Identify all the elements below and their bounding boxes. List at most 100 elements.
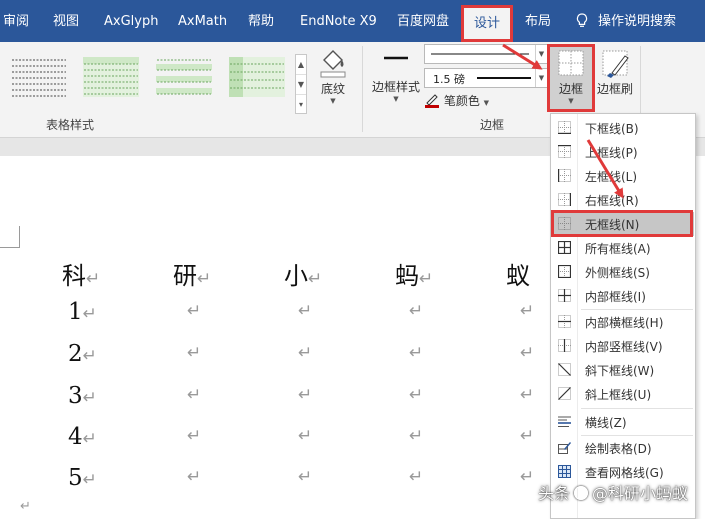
paragraph-mark: ↵ (82, 470, 97, 490)
menu-item-inside-borders[interactable]: 内部框线(I) (552, 284, 694, 308)
tab-review[interactable]: 审阅 (3, 0, 29, 42)
menu-item-label: 横线(Z) (585, 416, 627, 430)
gallery-up-icon[interactable]: ▲ (296, 55, 306, 75)
gallery-down-icon[interactable]: ▼ (296, 75, 306, 95)
tab-view[interactable]: 视图 (53, 0, 79, 42)
menu-item-top-border[interactable]: 上框线(P) (552, 140, 694, 164)
menu-item-bottom-border[interactable]: 下框线(B) (552, 116, 694, 140)
empty-cell-mark[interactable]: ↵ (520, 385, 534, 405)
paragraph-mark: ↵ (197, 269, 212, 289)
menu-item-draw-table[interactable]: 绘制表格(D) (552, 436, 694, 460)
pen-color-label: 笔颜色 (443, 94, 480, 108)
menu-item-outside-borders[interactable]: 外侧框线(S) (552, 260, 694, 284)
menu-separator (581, 408, 693, 409)
inside-vertical-border-icon (558, 339, 571, 352)
menu-item-label: 斜上框线(U) (585, 388, 652, 402)
tab-axglyph[interactable]: AxGlyph (104, 0, 158, 42)
table-styles-group-label: 表格样式 (46, 118, 95, 132)
empty-cell-mark[interactable]: ↵ (298, 467, 312, 487)
tab-baidu-netdisk[interactable]: 百度网盘 (397, 0, 449, 42)
menu-item-inside-horizontal-border[interactable]: 内部横框线(H) (552, 310, 694, 334)
paragraph-mark: ↵ (86, 269, 101, 289)
row-number: 5 (68, 465, 83, 491)
empty-cell-mark[interactable]: ↵ (520, 467, 534, 487)
table-header-cell[interactable]: 蚂↵ (395, 256, 433, 291)
menu-item-left-border[interactable]: 左框线(L) (552, 164, 694, 188)
menu-item-diagonal-down-border[interactable]: 斜下框线(W) (552, 358, 694, 382)
border-styles-caret-icon: ▼ (393, 95, 399, 103)
diagonal-up-border-icon (558, 387, 571, 400)
empty-cell-mark[interactable]: ↵ (298, 301, 312, 321)
border-styles-button[interactable]: 边框样式 ▼ (370, 46, 422, 103)
paint-bucket-icon (320, 50, 346, 78)
empty-cell-mark[interactable]: ↵ (187, 385, 201, 405)
empty-cell-mark[interactable]: ↵ (298, 385, 312, 405)
border-style-icon (384, 56, 408, 60)
view-gridlines-icon (558, 465, 571, 478)
table-style-green-banded[interactable] (155, 56, 213, 98)
tab-endnote[interactable]: EndNote X9 (300, 0, 377, 42)
table-row-number[interactable]: 3↵ (68, 383, 97, 409)
draw-table-icon (558, 442, 571, 454)
menu-item-label: 上框线(P) (585, 146, 638, 160)
inside-borders-icon (558, 289, 571, 302)
table-row-number[interactable]: 1↵ (68, 299, 97, 325)
end-paragraph-mark[interactable]: ↵ (20, 499, 31, 514)
line-weight-dropdown[interactable]: 1.5 磅 ▼ (424, 68, 548, 88)
no-border-highlight-box (551, 210, 693, 237)
table-header-cell[interactable]: 科↵ (62, 256, 100, 291)
menu-item-label: 右框线(R) (585, 194, 639, 208)
empty-cell-mark[interactable]: ↵ (520, 343, 534, 363)
table-row-number[interactable]: 5↵ (68, 465, 97, 491)
group-separator (362, 46, 363, 132)
empty-cell-mark[interactable]: ↵ (520, 426, 534, 446)
table-header-cell[interactable]: 小↵ (284, 256, 322, 291)
table-header-cell[interactable]: 蚁 (506, 256, 530, 291)
empty-cell-mark[interactable]: ↵ (409, 301, 423, 321)
tab-axmath[interactable]: AxMath (178, 0, 227, 42)
menu-item-horizontal-line[interactable]: 横线(Z) (552, 410, 694, 434)
menu-item-inside-vertical-border[interactable]: 内部竖框线(V) (552, 334, 694, 358)
tell-me-search[interactable]: 操作说明搜索 (576, 0, 676, 42)
watermark: 头条 @科研小蚂蚁 (538, 480, 688, 506)
table-style-plain[interactable] (10, 56, 68, 98)
menu-item-right-border[interactable]: 右框线(R) (552, 188, 694, 212)
line-style-dropdown[interactable]: ▼ (424, 44, 548, 64)
paragraph-mark: ↵ (82, 304, 97, 324)
empty-cell-mark[interactable]: ↵ (187, 343, 201, 363)
line-style-caret-icon[interactable]: ▼ (535, 45, 547, 63)
border-styles-label: 边框样式 (371, 80, 420, 94)
empty-cell-mark[interactable]: ↵ (409, 343, 423, 363)
shading-button[interactable]: 底纹 ▼ (315, 46, 351, 105)
empty-cell-mark[interactable]: ↵ (298, 426, 312, 446)
empty-cell-mark[interactable]: ↵ (187, 467, 201, 487)
pen-color-button[interactable]: 笔颜色 ▼ (424, 92, 489, 110)
tab-layout[interactable]: 布局 (525, 0, 551, 42)
empty-cell-mark[interactable]: ↵ (409, 467, 423, 487)
empty-cell-mark[interactable]: ↵ (298, 343, 312, 363)
empty-cell-mark[interactable]: ↵ (520, 301, 534, 321)
empty-cell-mark[interactable]: ↵ (409, 426, 423, 446)
borders-dropdown-menu: 下框线(B) 上框线(P) 左框线(L) 右框线(R) 无框线(N) 所有框线(… (550, 113, 696, 519)
table-style-green-column[interactable] (228, 56, 286, 98)
border-painter-button[interactable]: 边框刷 (595, 46, 635, 97)
right-border-icon (558, 193, 571, 206)
borders-button-highlight-box (547, 44, 595, 112)
empty-cell-mark[interactable]: ↵ (187, 426, 201, 446)
empty-cell-mark[interactable]: ↵ (187, 301, 201, 321)
line-weight-caret-icon[interactable]: ▼ (535, 69, 547, 87)
table-header-cell[interactable]: 研↵ (173, 256, 211, 291)
table-row-number[interactable]: 2↵ (68, 341, 97, 367)
gallery-scroll-control[interactable]: ▲ ▼ ▾ (295, 54, 307, 114)
tab-help[interactable]: 帮助 (248, 0, 274, 42)
empty-cell-mark[interactable]: ↵ (409, 385, 423, 405)
table-style-green-grid[interactable] (82, 56, 140, 98)
row-number: 4 (68, 424, 83, 450)
lightbulb-icon (576, 13, 588, 27)
gallery-more-icon[interactable]: ▾ (296, 95, 306, 115)
menu-item-diagonal-up-border[interactable]: 斜上框线(U) (552, 382, 694, 406)
menu-item-label: 内部框线(I) (585, 290, 646, 304)
menu-item-all-borders[interactable]: 所有框线(A) (552, 236, 694, 260)
watermark-logo-icon (574, 486, 589, 500)
table-row-number[interactable]: 4↵ (68, 424, 97, 450)
